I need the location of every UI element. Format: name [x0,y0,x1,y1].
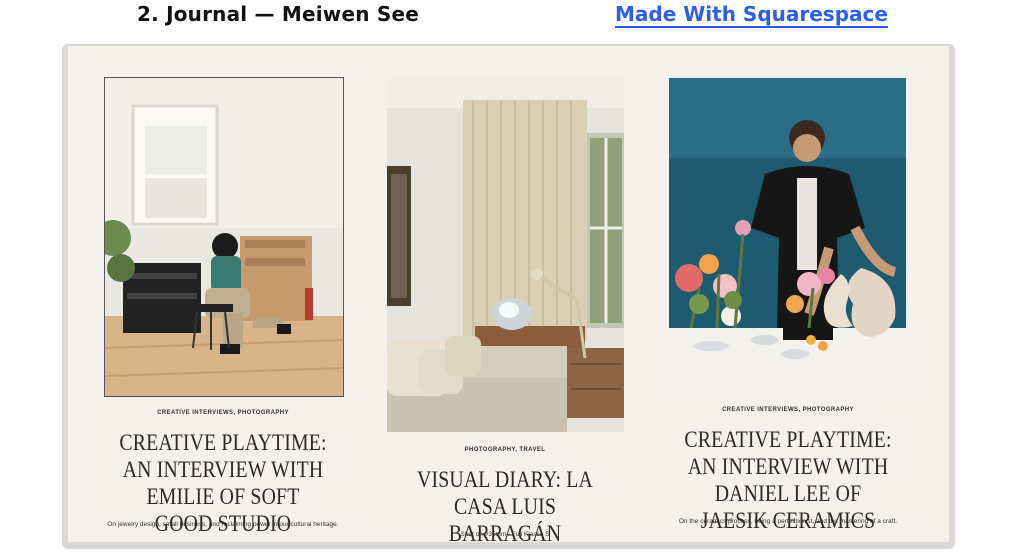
post-categories[interactable]: PHOTOGRAPHY, TRAVEL [385,447,625,453]
studio-photo-illustration [105,78,343,396]
post-image[interactable] [669,78,906,392]
post-excerpt: On jewelry design, small business, and r… [107,521,339,528]
bedroom-photo-illustration [387,78,624,432]
journal-page: CREATIVE INTERVIEWS, PHOTOGRAPHY CREATIV… [68,46,949,542]
post-image[interactable] [104,77,344,397]
top-bar: 2. Journal — Meiwen See Made With Square… [0,0,1016,44]
site-title: 2. Journal — Meiwen See [137,2,419,26]
post-image[interactable] [387,78,624,432]
post-excerpt: Shot on #35mm– Fuji Klasse S [460,531,550,538]
made-with-squarespace-link[interactable]: Made With Squarespace [615,2,888,28]
post-categories[interactable]: CREATIVE INTERVIEWS, PHOTOGRAPHY [103,410,343,416]
post-excerpt: On the ceramics process, being a perfect… [678,518,898,525]
ceramics-photo-illustration [669,78,906,392]
post-categories[interactable]: CREATIVE INTERVIEWS, PHOTOGRAPHY [668,407,908,413]
